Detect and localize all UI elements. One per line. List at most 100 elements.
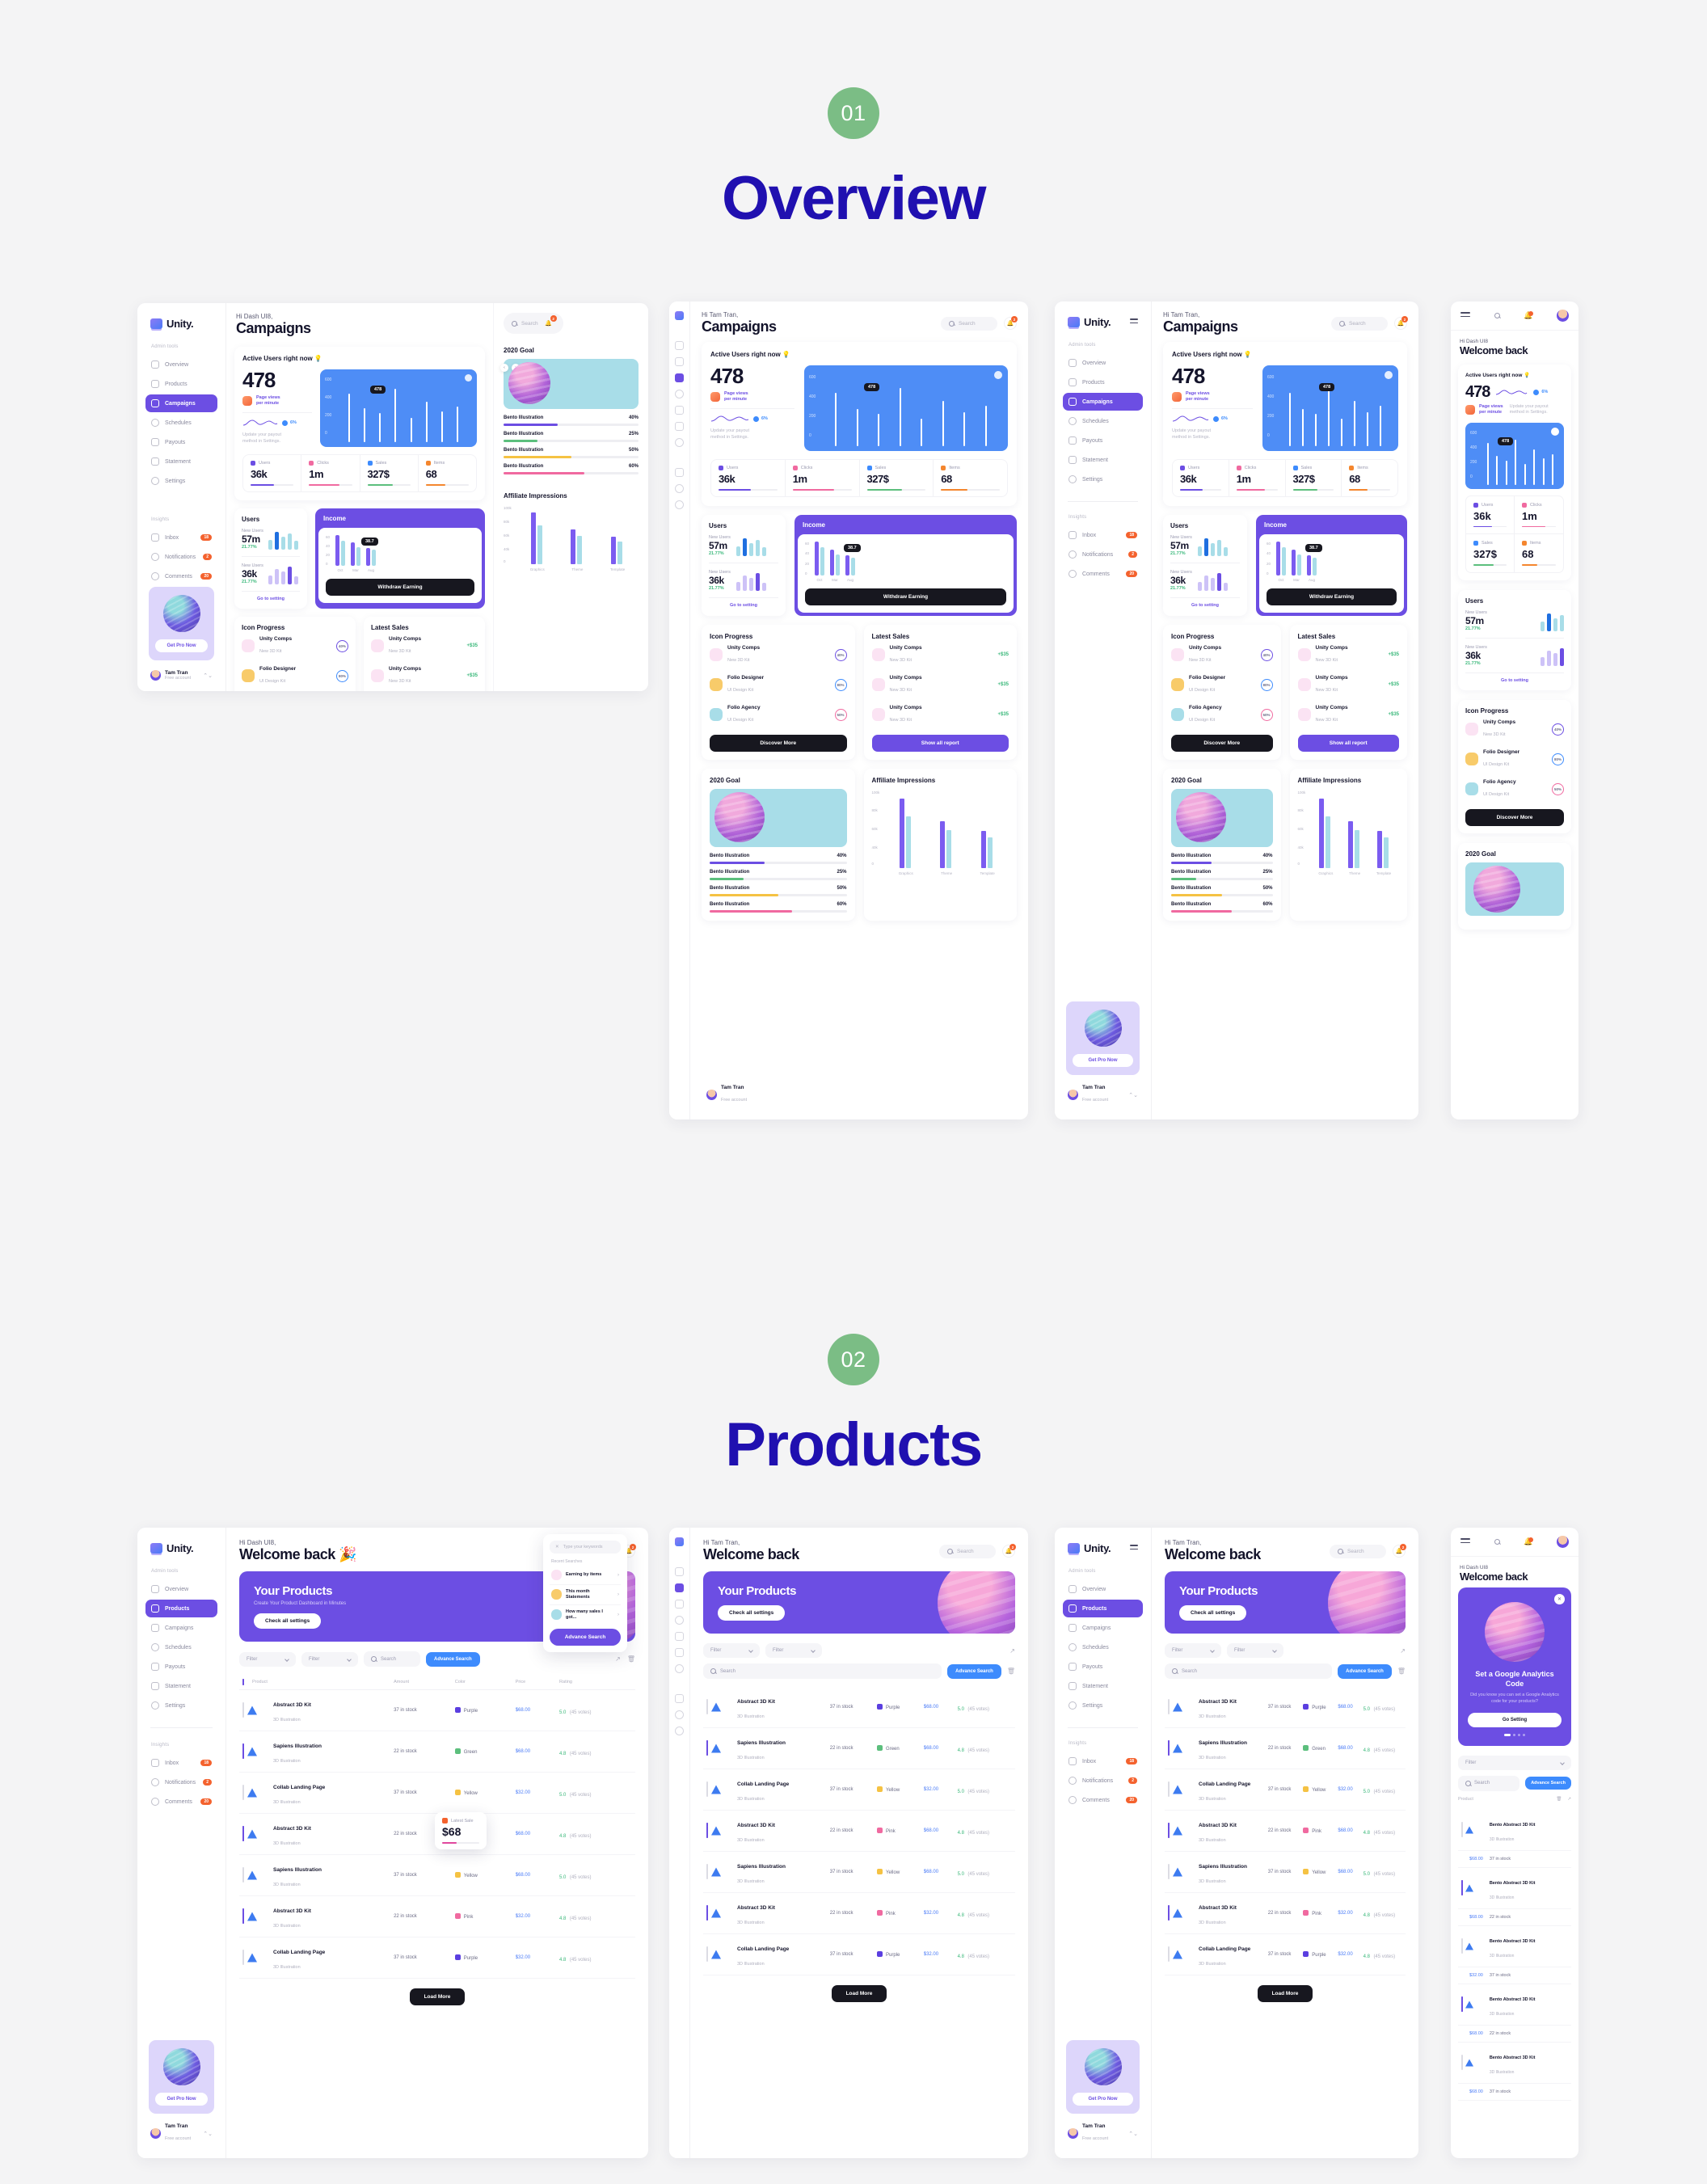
- rail-statement-icon[interactable]: [675, 422, 684, 431]
- sidebar-item-overview[interactable]: Overview: [145, 356, 217, 373]
- table-row[interactable]: Abstract 3D Kit 3D Illustration 37 in sto…: [239, 1689, 635, 1731]
- table-row[interactable]: Bento Abstract 3D Kit 3D Illustration: [1458, 1867, 1571, 1909]
- list-item[interactable]: Folio AgencyUI Design Kit 50%: [242, 691, 348, 692]
- withdraw-earning-button[interactable]: Withdraw Earning: [326, 578, 474, 596]
- sidebar-item-schedules[interactable]: Schedules: [145, 414, 217, 432]
- discover-more-button[interactable]: Discover More: [1465, 808, 1564, 826]
- rail-overview-icon[interactable]: [675, 1567, 684, 1576]
- row-checkbox[interactable]: [706, 1864, 708, 1879]
- list-item[interactable]: Unity Comps New 3D Kit 40%: [1465, 715, 1564, 744]
- search-input[interactable]: Search: [1331, 316, 1388, 331]
- close-icon[interactable]: ✕: [1554, 1594, 1565, 1604]
- search-input[interactable]: Search 🔔 2: [504, 313, 563, 334]
- sidebar-item-notifications[interactable]: Notifications 2: [145, 548, 217, 566]
- table-row[interactable]: Collab Landing Page 3D Illustration 37 in…: [1165, 1933, 1406, 1975]
- share-icon[interactable]: ↗: [1009, 1647, 1015, 1655]
- column-product[interactable]: Product: [249, 1675, 391, 1690]
- sidebar-item-notifications[interactable]: Notifications 2: [145, 1773, 217, 1791]
- table-row[interactable]: Bento Abstract 3D Kit 3D Illustration: [1458, 1809, 1571, 1851]
- notification-bell-icon[interactable]: 🔔 2: [1393, 1544, 1406, 1558]
- rail-payouts-icon[interactable]: [675, 406, 684, 415]
- discover-more-button[interactable]: Discover More: [1171, 734, 1273, 752]
- search-input[interactable]: Search: [939, 1544, 996, 1558]
- column-color[interactable]: Color: [451, 1675, 512, 1690]
- row-checkbox[interactable]: [242, 1908, 244, 1924]
- table-row[interactable]: Collab Landing Page 3D Illustration 37 in…: [1165, 1769, 1406, 1811]
- row-checkbox[interactable]: [1168, 1781, 1170, 1797]
- row-checkbox[interactable]: [1461, 1821, 1463, 1837]
- list-item[interactable]: Unity Comps New 3D Kit 40%: [1171, 640, 1273, 670]
- table-row[interactable]: Sapiens Illustration 3D Illustration 37 i…: [239, 1854, 635, 1896]
- sidebar-item-products[interactable]: Products: [145, 1600, 217, 1617]
- filter-dropdown-1[interactable]: Filter: [1165, 1643, 1221, 1658]
- go-to-setting-link[interactable]: Go to setting: [1170, 597, 1240, 608]
- sidebar-item-settings[interactable]: Settings: [145, 1697, 217, 1714]
- table-row[interactable]: Abstract 3D Kit 3D Illustration 22 in sto…: [239, 1895, 635, 1937]
- notification-bell-icon[interactable]: 🔔 2: [542, 315, 557, 330]
- sidebar-item-settings[interactable]: Settings: [1063, 470, 1143, 488]
- list-item[interactable]: Unity Comps New 3D Kit +$35: [371, 631, 478, 661]
- list-item[interactable]: Folio Agency UI Design Kit 50%: [710, 700, 847, 730]
- rail-payouts-icon[interactable]: [675, 1632, 684, 1641]
- list-item[interactable]: Unity Comps New 3D Kit +$35: [871, 670, 1009, 700]
- list-item[interactable]: Unity Comps New 3D Kit 40%: [710, 640, 847, 670]
- row-checkbox[interactable]: [1168, 1699, 1170, 1714]
- filter-dropdown-1[interactable]: Filter: [1458, 1755, 1571, 1770]
- check-all-settings-button[interactable]: Check all settings: [1179, 1605, 1247, 1621]
- rail-comments-icon[interactable]: [675, 1727, 684, 1735]
- sidebar-item-products[interactable]: Products: [1063, 1600, 1143, 1617]
- search-input[interactable]: Search: [1330, 1544, 1386, 1558]
- sidebar-item-inbox[interactable]: Inbox 18: [145, 529, 217, 546]
- row-checkbox[interactable]: [242, 1785, 244, 1800]
- chevron-updown-icon[interactable]: ⌃⌄: [1128, 1092, 1138, 1098]
- go-to-setting-link[interactable]: Go to setting: [242, 590, 300, 601]
- rail-settings-icon[interactable]: [675, 438, 684, 447]
- sidebar-user[interactable]: Tam Tran Free account ⌃⌄: [1063, 1081, 1143, 1108]
- row-checkbox[interactable]: [1461, 1996, 1463, 2012]
- carousel-dots[interactable]: [1468, 1733, 1562, 1736]
- go-to-setting-link[interactable]: Go to setting: [1465, 672, 1564, 683]
- search-icon[interactable]: [1494, 313, 1500, 318]
- sidebar-item-notifications[interactable]: Notifications 2: [1063, 546, 1143, 563]
- list-item[interactable]: Folio Agency UI Design Kit 50%: [1171, 700, 1273, 730]
- load-more-button[interactable]: Load More: [409, 1988, 466, 2005]
- search-overlay-input[interactable]: ✕ Type your keywords: [550, 1541, 621, 1554]
- row-checkbox[interactable]: [1461, 1879, 1463, 1895]
- list-item[interactable]: Folio Designer UI Design Kit 80%: [1171, 670, 1273, 700]
- rail-schedules-icon[interactable]: [675, 1616, 684, 1625]
- sidebar-item-inbox[interactable]: Inbox 18: [1063, 526, 1143, 544]
- sidebar-item-settings[interactable]: Settings: [145, 472, 217, 490]
- discover-more-button[interactable]: Discover More: [710, 734, 847, 752]
- check-all-settings-button[interactable]: Check all settings: [718, 1605, 786, 1621]
- list-item[interactable]: Unity Comps New 3D Kit 40%: [242, 631, 348, 661]
- rail-notifications-icon[interactable]: [675, 1710, 684, 1719]
- list-item[interactable]: Unity Comps New 3D Kit +$35: [1297, 670, 1399, 700]
- sidebar-item-statement[interactable]: Statement: [145, 1677, 217, 1695]
- column-rating[interactable]: Rating: [556, 1675, 635, 1690]
- notification-bell-icon[interactable]: 🔔 2: [1002, 1544, 1016, 1558]
- menu-icon[interactable]: [1130, 318, 1138, 326]
- chevron-updown-icon[interactable]: ⌃⌄: [203, 672, 213, 679]
- load-more-button[interactable]: Load More: [1257, 1985, 1313, 2002]
- table-row[interactable]: Sapiens Illustration 3D Illustration 22 i…: [1165, 1727, 1406, 1769]
- list-item[interactable]: Unity Comps New 3D Kit +$35: [871, 700, 1009, 730]
- close-icon[interactable]: ✕: [555, 1545, 559, 1549]
- rail-settings-icon[interactable]: [675, 1664, 684, 1673]
- table-row[interactable]: Sapiens Illustration 3D Illustration 22 i…: [239, 1731, 635, 1773]
- withdraw-earning-button[interactable]: Withdraw Earning: [1267, 588, 1397, 605]
- trash-icon[interactable]: 🗑: [1007, 1668, 1015, 1675]
- list-item[interactable]: Folio Designer UI Design Kit 80%: [710, 670, 847, 700]
- menu-icon[interactable]: [1460, 312, 1470, 319]
- advance-search-button[interactable]: Advance Search: [1525, 1777, 1571, 1790]
- close-icon[interactable]: [465, 374, 472, 382]
- load-more-button[interactable]: Load More: [831, 1985, 887, 2002]
- sidebar-item-settings[interactable]: Settings: [1063, 1697, 1143, 1714]
- recent-search-item[interactable]: Earning by items ›: [550, 1566, 621, 1585]
- search-input[interactable]: Search: [941, 316, 997, 331]
- sidebar-item-comments[interactable]: Comments 20: [1063, 1791, 1143, 1809]
- sidebar-item-schedules[interactable]: Schedules: [1063, 1638, 1143, 1656]
- recent-search-item[interactable]: How many sales I got... ›: [550, 1605, 621, 1625]
- table-row[interactable]: Sapiens Illustration 3D Illustration 22 i…: [703, 1727, 1015, 1769]
- sidebar-item-campaigns[interactable]: Campaigns: [145, 394, 217, 412]
- share-icon[interactable]: ↗: [615, 1655, 621, 1663]
